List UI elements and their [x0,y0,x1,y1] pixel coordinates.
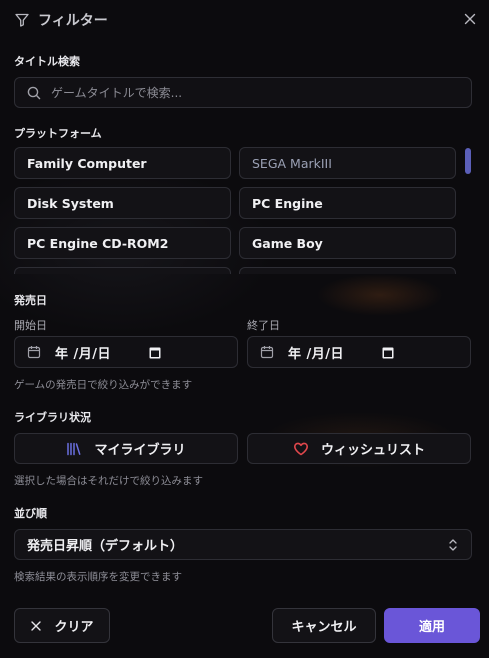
library-status-label: ライブラリ状況 [14,411,91,424]
panel-header: フィルター [14,10,108,30]
release-date-label: 発売日 [14,294,47,307]
end-date-label: 終了日 [247,319,280,332]
heart-icon [293,442,309,456]
my-library-label: マイライブラリ [94,443,186,458]
platform-option-disk-system[interactable]: Disk System [14,187,231,219]
cancel-label: キャンセル [291,620,357,635]
sort-order-label: 並び順 [14,507,47,520]
cancel-button[interactable]: キャンセル [272,608,376,643]
wishlist-label: ウィッシュリスト [320,443,425,458]
panel-title: フィルター [38,13,108,29]
apply-label: 適用 [418,620,445,635]
clear-label: クリア [54,620,94,635]
calendar-icon [260,345,274,359]
clear-button[interactable]: クリア [14,608,110,643]
apply-button[interactable]: 適用 [384,608,480,643]
end-date-input[interactable]: 年 /月/日 [247,336,471,368]
release-date-hint: ゲームの発売日で絞り込みができます [14,379,193,391]
platform-option-pc-engine-cd-rom2[interactable]: PC Engine CD-ROM2 [14,227,231,259]
search-icon [27,86,41,100]
filter-panel: フィルター タイトル検索 プラットフォーム Family Computer SE… [0,0,489,658]
wishlist-button[interactable]: ウィッシュリスト [247,433,471,464]
title-search-label: タイトル検索 [14,55,80,68]
start-date-input[interactable]: 年 /月/日 [14,336,238,368]
sort-order-select[interactable]: 発売日昇順（デフォルト） [14,529,472,560]
my-library-button[interactable]: マイライブラリ [14,433,238,464]
title-search-input[interactable] [51,85,471,100]
sort-order-value: 発売日昇順（デフォルト） [27,539,184,554]
platform-label: プラットフォーム [14,127,102,140]
platform-scrollbar-thumb[interactable] [465,148,471,174]
close-icon[interactable] [461,10,479,28]
chevron-up-down-icon [447,538,459,552]
date-picker-icon[interactable] [382,346,394,359]
date-picker-icon[interactable] [149,346,161,359]
start-date-label: 開始日 [14,319,47,332]
start-date-value: 年 /月/日 [55,346,112,362]
close-icon [30,620,42,632]
end-date-value: 年 /月/日 [288,346,345,362]
platform-option-pc-engine[interactable]: PC Engine [239,187,456,219]
calendar-icon [27,345,41,359]
sort-order-hint: 検索結果の表示順序を変更できます [14,571,182,583]
platform-list[interactable]: Family Computer SEGA MarkIII Disk System… [14,147,473,274]
platform-option-game-boy[interactable]: Game Boy [239,227,456,259]
platform-option-partial[interactable] [239,267,456,274]
title-search-box[interactable] [14,77,472,108]
platform-option-partial[interactable] [14,267,231,274]
library-icon [66,442,82,456]
platform-option-sega-markiii[interactable]: SEGA MarkIII [239,147,456,179]
platform-option-family-computer[interactable]: Family Computer [14,147,231,179]
library-status-hint: 選択した場合はそれだけで絞り込みます [14,475,203,487]
filter-icon [14,12,30,28]
